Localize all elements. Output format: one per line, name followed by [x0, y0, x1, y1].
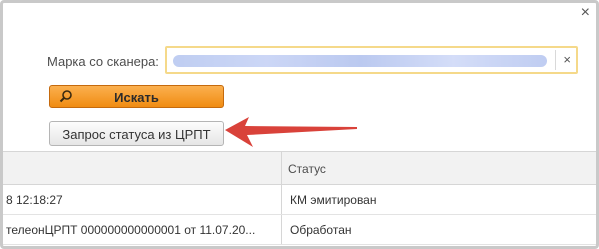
column-divider	[281, 215, 282, 244]
request-status-button[interactable]: Запрос статуса из ЦРПТ	[49, 121, 224, 146]
table-header: Статус	[3, 151, 596, 185]
column-header-status[interactable]: Статус	[288, 162, 326, 176]
scanner-input[interactable]	[171, 51, 555, 71]
column-divider	[281, 152, 282, 184]
field-divider	[555, 50, 556, 70]
table-row[interactable]: телеонЦРПТ 000000000000001 от 11.07.20..…	[3, 215, 596, 245]
dialog-window: × Марка со сканера: × Искать Запрос стат…	[0, 0, 599, 249]
cell-document: телеонЦРПТ 000000000000001 от 11.07.20..…	[6, 223, 256, 237]
search-button-label: Искать	[114, 90, 159, 105]
close-icon[interactable]: ×	[581, 5, 590, 21]
cell-status: КМ эмитирован	[290, 193, 377, 207]
scanner-label: Марка со сканера:	[47, 54, 159, 69]
request-status-label: Запрос статуса из ЦРПТ	[62, 127, 211, 142]
clear-icon[interactable]: ×	[563, 52, 571, 68]
scanner-field[interactable]: ×	[165, 46, 578, 74]
column-divider	[281, 185, 282, 214]
cell-document: 8 12:18:27	[6, 193, 63, 207]
search-button[interactable]: Искать	[49, 85, 224, 108]
cell-status: Обработан	[290, 223, 352, 237]
annotation-arrow-icon	[225, 117, 357, 147]
table-row[interactable]: 8 12:18:27 КМ эмитирован	[3, 185, 596, 215]
